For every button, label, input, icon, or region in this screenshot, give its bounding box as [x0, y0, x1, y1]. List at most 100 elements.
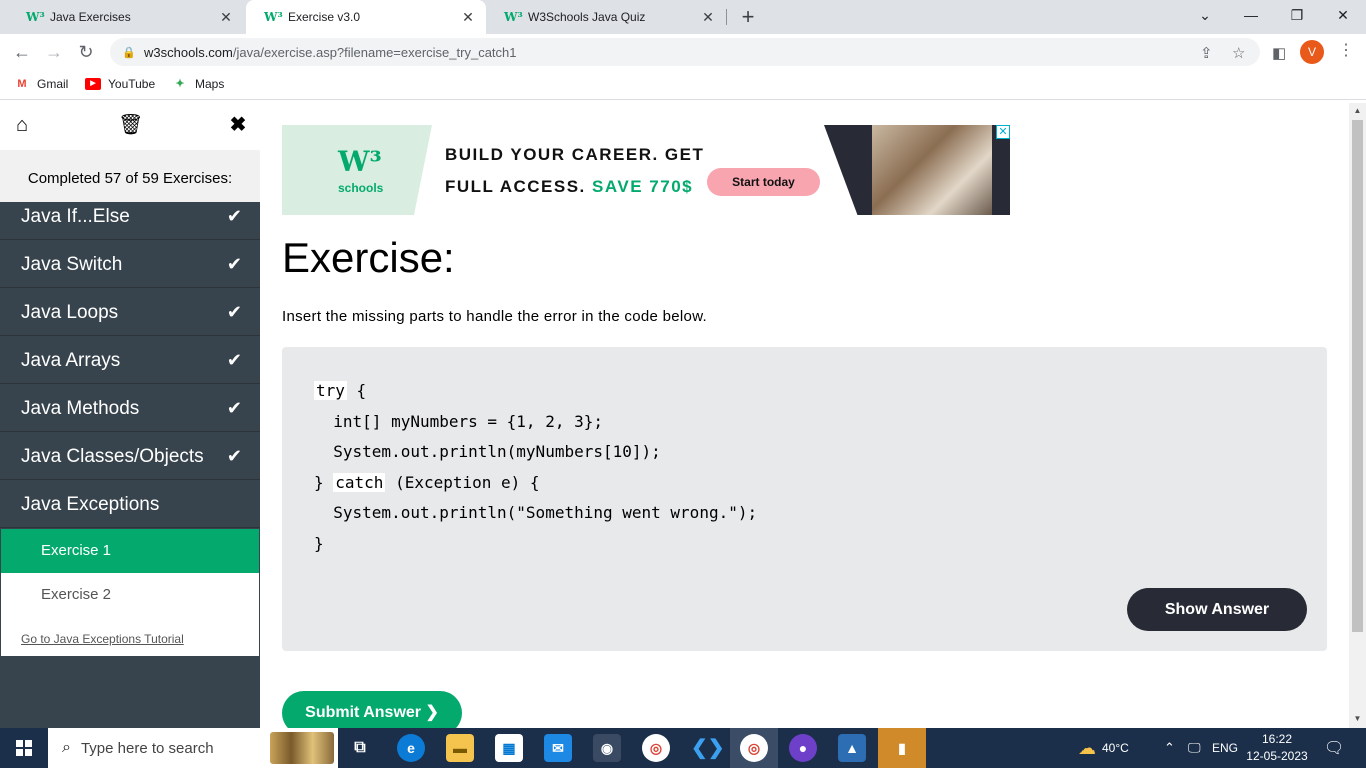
w3schools-favicon-icon: W³	[264, 10, 283, 24]
tab-exercise-v3[interactable]: W³ Exercise v3.0 ✕	[246, 0, 486, 34]
notification-icon[interactable]: 🗨	[1324, 728, 1344, 768]
exercise-sidebar: ⌂ 🗑 ✖ Completed 57 of 59 Exercises: Java…	[0, 103, 260, 728]
tray-chevron-icon[interactable]: ⌃	[1164, 728, 1175, 768]
restore-button[interactable]: ❐	[1274, 0, 1320, 30]
ad-image	[872, 125, 992, 215]
code-line-5: System.out.println("Something went wrong…	[314, 503, 758, 522]
sidebar-exercise-1[interactable]: Exercise 1	[1, 529, 259, 573]
checkmark-icon: ✔	[226, 302, 242, 322]
share-icon[interactable]: ⇪	[1200, 44, 1213, 62]
scroll-thumb[interactable]	[1352, 120, 1363, 632]
github-desktop-icon[interactable]: ●	[789, 734, 817, 762]
vscode-icon[interactable]: ❮❯	[691, 734, 725, 762]
code-text: {	[346, 381, 367, 400]
tutorial-link[interactable]: Go to Java Exceptions Tutorial	[1, 617, 259, 656]
scroll-down-arrow-icon[interactable]: ▼	[1352, 713, 1363, 725]
bookmark-maps[interactable]: ✦ Maps	[172, 77, 224, 91]
checkmark-icon: ✔	[226, 206, 242, 226]
chrome-icon[interactable]: ◎	[642, 734, 670, 762]
checkmark-icon: ✔	[226, 398, 242, 418]
media-app-icon[interactable]: ◉	[593, 734, 621, 762]
search-highlight-image	[270, 732, 334, 764]
language-indicator[interactable]: ENG	[1212, 728, 1238, 768]
edge-browser-icon[interactable]: e	[397, 734, 425, 762]
youtube-icon: ▶	[85, 78, 101, 90]
clock-time: 16:22	[1261, 732, 1293, 746]
task-view-icon[interactable]: ⧉	[346, 734, 374, 762]
browser-toolbar: ← → ↻ 🔒 w3schools.com /java/exercise.asp…	[0, 34, 1366, 70]
bookmark-star-icon[interactable]: ☆	[1232, 44, 1245, 62]
side-panel-icon[interactable]: ◧	[1272, 44, 1286, 62]
sidebar-item-java-methods[interactable]: Java Methods ✔	[0, 385, 260, 432]
sidebar-item-java-classes-objects[interactable]: Java Classes/Objects ✔	[0, 433, 260, 480]
sidebar-item-java-arrays[interactable]: Java Arrays ✔	[0, 337, 260, 384]
sidebar-item-java-loops[interactable]: Java Loops ✔	[0, 289, 260, 336]
sidebar-item-java-exceptions[interactable]: Java Exceptions	[0, 481, 260, 528]
network-icon[interactable]: 🖵	[1188, 728, 1201, 768]
tab-title: W3Schools Java Quiz	[528, 10, 646, 24]
clock-date: 12-05-2023	[1246, 749, 1308, 763]
gmail-icon: M	[17, 78, 27, 90]
address-bar[interactable]: 🔒 w3schools.com /java/exercise.asp?filen…	[110, 38, 1260, 66]
checkmark-icon: ✔	[226, 254, 242, 274]
sidebar-exercise-2[interactable]: Exercise 2	[1, 573, 259, 617]
sidebar-item-java-if-else[interactable]: Java If...Else ✔	[0, 193, 260, 240]
taskbar-clock[interactable]: 16:22 12-05-2023	[1246, 731, 1308, 765]
home-icon[interactable]: ⌂	[10, 113, 34, 137]
sidebar-item-label: Java Arrays	[21, 350, 121, 371]
new-tab-button[interactable]: +	[738, 4, 758, 30]
bookmarks-bar: M Gmail ▶ YouTube ✦ Maps	[0, 70, 1366, 100]
profile-avatar[interactable]: V	[1300, 40, 1324, 64]
bookmark-gmail[interactable]: M Gmail	[14, 77, 68, 91]
chrome-active-icon[interactable]: ◎	[740, 734, 768, 762]
weather-widget[interactable]: ☁ 40°C	[1078, 728, 1129, 768]
bookmark-label: YouTube	[108, 77, 156, 91]
file-explorer-icon[interactable]: ▬	[446, 734, 474, 762]
ad-close-icon[interactable]: ✕	[996, 125, 1010, 139]
tab-java-exercises[interactable]: W³ Java Exercises ✕	[8, 0, 244, 34]
sidebar-item-label: Java Switch	[21, 254, 123, 275]
bookmark-youtube[interactable]: ▶ YouTube	[85, 77, 155, 91]
w3schools-logo: W³ schools	[282, 125, 432, 215]
ad-banner[interactable]: W³ schools BUILD YOUR CAREER. GET FULL A…	[282, 125, 1010, 215]
mail-icon[interactable]: ✉	[544, 734, 572, 762]
microsoft-store-icon[interactable]: ▦	[495, 734, 523, 762]
weather-temperature: 40°C	[1102, 741, 1129, 755]
close-tab-icon[interactable]: ✕	[700, 9, 716, 26]
close-tab-icon[interactable]: ✕	[218, 9, 234, 26]
file-manager-pinned-icon[interactable]: ▮	[878, 728, 926, 768]
back-arrow-icon[interactable]: ←	[10, 40, 34, 64]
photos-icon[interactable]: ▲	[838, 734, 866, 762]
ad-text-part: FULL ACCESS.	[445, 177, 586, 196]
taskbar-search-box[interactable]: ⌕ Type here to search	[48, 728, 338, 768]
close-tab-icon[interactable]: ✕	[460, 9, 476, 26]
bookmark-label: Maps	[195, 77, 225, 91]
browser-tab-strip: W³ Java Exercises ✕ W³ Exercise v3.0 ✕ W…	[0, 0, 1366, 34]
start-today-button[interactable]: Start today	[707, 168, 820, 196]
close-window-button[interactable]: ✕	[1320, 0, 1366, 30]
checkmark-icon: ✔	[226, 446, 242, 466]
sidebar-item-java-switch[interactable]: Java Switch ✔	[0, 241, 260, 288]
checkmark-icon: ✔	[226, 350, 242, 370]
exercise-description: Insert the missing parts to handle the e…	[282, 308, 707, 325]
minimize-button[interactable]: —	[1228, 0, 1274, 30]
maps-icon: ✦	[175, 78, 185, 90]
start-button[interactable]	[0, 728, 48, 768]
more-menu-icon[interactable]: ⋮	[1338, 40, 1354, 60]
trash-icon[interactable]: 🗑	[118, 113, 143, 137]
tab-w3schools-java-quiz[interactable]: W³ W3Schools Java Quiz ✕	[486, 0, 726, 34]
reload-icon[interactable]: ↻	[74, 40, 98, 64]
page-scrollbar[interactable]: ▲ ▼	[1349, 103, 1366, 728]
answer-field-catch[interactable]: catch	[333, 473, 386, 492]
show-answer-button[interactable]: Show Answer	[1127, 588, 1307, 631]
bookmark-label: Gmail	[37, 77, 69, 91]
forward-arrow-icon[interactable]: →	[42, 40, 66, 64]
ad-headline-line1: BUILD YOUR CAREER. GET	[445, 145, 705, 164]
close-icon[interactable]: ✖	[226, 113, 250, 137]
sidebar-toolbar: ⌂ 🗑 ✖	[0, 103, 260, 150]
w3schools-favicon-icon: W³	[504, 10, 523, 24]
tab-search-dropdown-icon[interactable]: ⌄	[1182, 0, 1228, 30]
w3-logo-mark: W³	[338, 145, 382, 178]
answer-field-try[interactable]: try	[314, 381, 347, 400]
scroll-up-arrow-icon[interactable]: ▲	[1352, 105, 1363, 117]
